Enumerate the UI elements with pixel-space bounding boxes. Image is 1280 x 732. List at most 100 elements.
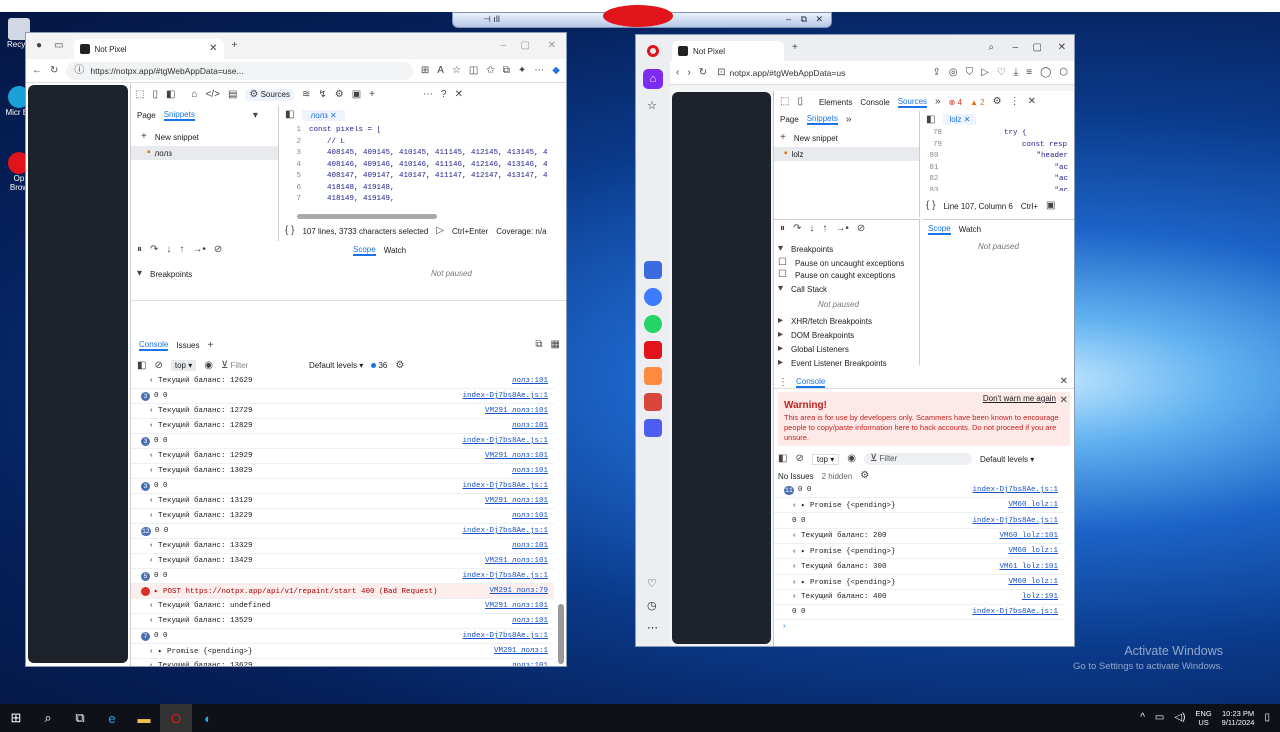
add-tab-icon[interactable]: +: [207, 340, 213, 351]
download-icon[interactable]: ⤓: [1014, 67, 1018, 78]
back-icon[interactable]: ‹: [676, 67, 679, 78]
remote-desktop-bar[interactable]: ⊣ ıll – ⧉ ✕: [452, 5, 832, 28]
clock[interactable]: 10:23 PM 9/11/2024: [1222, 709, 1255, 727]
watch-tab[interactable]: Watch: [384, 246, 406, 255]
clear-console-icon[interactable]: ⊘: [795, 454, 803, 464]
chevron-down-icon[interactable]: ▾: [253, 110, 258, 121]
more-tabs-icon[interactable]: »: [935, 97, 941, 107]
sources-tab[interactable]: ⚙ Sources: [245, 89, 294, 101]
error-count[interactable]: ⊗ 4: [949, 98, 962, 107]
close-tab-icon[interactable]: ✕: [209, 44, 217, 54]
minimize-icon[interactable]: –: [500, 41, 506, 51]
editor-tab[interactable]: лолз ✕: [302, 109, 345, 121]
search-icon[interactable]: ⌕: [988, 43, 994, 53]
new-tab-icon[interactable]: +: [232, 41, 238, 51]
minimize-icon[interactable]: –: [1012, 43, 1018, 53]
profile-icon[interactable]: ●: [36, 41, 42, 51]
apps-icon[interactable]: ⊞: [421, 65, 429, 76]
source-link[interactable]: index-Dj7bs8Ae.js:1: [972, 517, 1058, 525]
source-link[interactable]: VM60 lolz:101: [999, 532, 1058, 540]
step-icon[interactable]: →•: [192, 245, 206, 255]
left-tab-not-pixel[interactable]: Not Pixel ✕: [73, 39, 224, 59]
source-link[interactable]: index-Dj7bs8Ae.js:1: [462, 632, 548, 640]
call-stack-header[interactable]: ▾ Call Stack: [778, 284, 827, 294]
console-tab[interactable]: Console: [860, 98, 889, 107]
eye-icon[interactable]: ◉: [204, 360, 213, 371]
task-view-icon[interactable]: ⧉: [64, 704, 96, 732]
snippets-tab[interactable]: Snippets: [806, 114, 838, 125]
console-output[interactable]: 11 0 0 index-Dj7bs8Ae.js:1 ‹ ▸ Promise {<pe…: [774, 483, 1064, 646]
filter-input[interactable]: ⊻ Filter: [221, 360, 301, 371]
new-snippet-button[interactable]: + New snippet: [780, 133, 838, 143]
network-icon[interactable]: ≋: [302, 90, 310, 100]
messenger-icon[interactable]: [644, 288, 662, 306]
source-link[interactable]: lolz:101: [1022, 593, 1058, 601]
pause-uncaught-checkbox[interactable]: ☐ Pause on uncaught exceptions: [778, 258, 904, 268]
run-icon[interactable]: ▷: [436, 226, 444, 236]
undock-icon[interactable]: ⧉: [535, 340, 542, 350]
source-link[interactable]: VM291 лолз:1: [494, 647, 548, 655]
maximize-icon[interactable]: ▢: [1033, 43, 1042, 53]
step-icon[interactable]: →•: [835, 224, 849, 234]
sources-tab[interactable]: Sources: [897, 97, 928, 108]
deactivate-breakpoints-icon[interactable]: ⊘: [214, 245, 222, 255]
dont-warn-link[interactable]: Don't warn me again: [983, 394, 1056, 403]
page-tab[interactable]: Page: [780, 115, 799, 124]
history-icon[interactable]: ◷: [647, 599, 657, 612]
source-link[interactable]: index-Dj7bs8Ae.js:1: [462, 527, 548, 535]
elements-icon[interactable]: </>: [205, 90, 219, 100]
horizontal-scrollbar[interactable]: [297, 214, 437, 219]
context-select[interactable]: top ▾: [170, 360, 197, 371]
more-icon[interactable]: ⋮: [1010, 97, 1020, 107]
extensions-icon[interactable]: ✦: [518, 65, 526, 76]
opera-taskbar-icon[interactable]: O: [160, 704, 192, 732]
network-icon[interactable]: ▭: [1155, 713, 1164, 723]
source-link[interactable]: VM60 lolz:1: [1008, 501, 1058, 509]
source-link[interactable]: лолз:101: [512, 617, 548, 625]
dock-icon[interactable]: ◧: [166, 90, 175, 100]
close-icon[interactable]: ✕: [815, 14, 823, 25]
source-link[interactable]: VM291 лолз:101: [485, 452, 548, 460]
dom-breakpoints[interactable]: ▸ DOM Breakpoints: [778, 330, 854, 340]
url-field[interactable]: ⊡ notpx.app/#tgWebAppData=us: [715, 63, 925, 82]
heart-icon[interactable]: ♡: [647, 577, 657, 590]
favorites-icon[interactable]: ✩: [486, 65, 494, 76]
scope-tab[interactable]: Scope: [353, 245, 376, 256]
menu-icon[interactable]: ⋮: [778, 377, 788, 388]
source-link[interactable]: VM60 lolz:1: [1008, 547, 1058, 555]
inspect-icon[interactable]: ⬚: [135, 90, 144, 100]
braces-icon[interactable]: { }: [926, 201, 935, 211]
warning-count[interactable]: ▲ 2: [970, 98, 985, 107]
split-screen-icon[interactable]: ◫: [469, 65, 478, 76]
help-icon[interactable]: ?: [441, 90, 447, 100]
extension-icon[interactable]: ⬡: [1059, 67, 1068, 78]
settings-gear-icon[interactable]: ⚙: [993, 97, 1002, 107]
step-into-icon[interactable]: ↓: [166, 245, 171, 255]
yandex-icon[interactable]: [644, 341, 662, 359]
discord-icon[interactable]: [644, 419, 662, 437]
file-explorer-icon[interactable]: ▬: [128, 704, 160, 732]
favorite-icon[interactable]: ☆: [452, 65, 461, 76]
game-icon[interactable]: [644, 393, 662, 411]
minimize-icon[interactable]: –: [786, 14, 791, 24]
source-link[interactable]: лолз:101: [512, 512, 548, 520]
pin-icon[interactable]: ⊣ ıll: [483, 14, 500, 25]
source-link[interactable]: VM291 лолз:101: [485, 602, 548, 610]
console-icon[interactable]: ▤: [228, 90, 237, 100]
levels-select[interactable]: Default levels ▾: [309, 361, 363, 370]
levels-select[interactable]: Default levels ▾: [980, 455, 1034, 464]
console-prompt[interactable]: ›: [782, 623, 787, 631]
source-link[interactable]: лолз:101: [512, 377, 548, 385]
camera-icon[interactable]: ◎: [949, 67, 958, 78]
close-devtools-icon[interactable]: ✕: [1028, 97, 1036, 107]
source-link[interactable]: index-Dj7bs8Ae.js:1: [462, 392, 548, 400]
close-drawer-icon[interactable]: ✕: [1060, 377, 1068, 387]
forward-icon[interactable]: ›: [687, 67, 690, 78]
back-icon[interactable]: ←: [32, 65, 42, 76]
console-drawer-tab[interactable]: Console: [796, 377, 826, 388]
source-link[interactable]: index-Dj7bs8Ae.js:1: [462, 437, 548, 445]
reload-icon[interactable]: ↻: [699, 67, 707, 78]
copilot-icon[interactable]: ◆: [552, 65, 560, 76]
more-icon[interactable]: ⋯: [423, 90, 433, 100]
account-icon[interactable]: ◯: [1040, 67, 1051, 78]
